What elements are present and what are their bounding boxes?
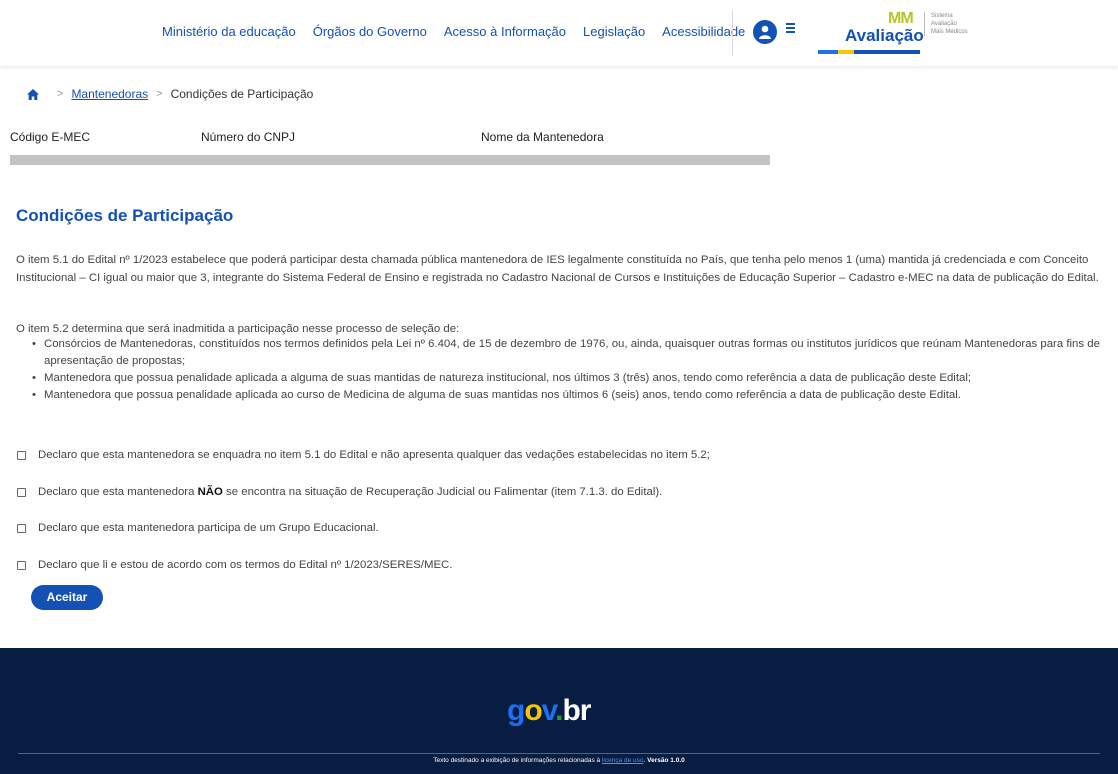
nav-acesso-informacao[interactable]: Acesso à Informação — [444, 24, 566, 39]
checkbox-label: Declaro que esta mantenedora se enquadra… — [38, 449, 710, 461]
list-item: Mantenedora que possua penalidade aplica… — [30, 387, 1105, 404]
license-link[interactable]: licença de uso — [602, 757, 644, 764]
footer-text: Texto destinado a exibição de informaçõe… — [433, 757, 685, 764]
mantenedora-info-row — [10, 155, 770, 165]
checkbox[interactable] — [17, 560, 26, 570]
checkbox-label: Declaro que esta mantenedora participa d… — [38, 522, 379, 534]
col-nome-mantenedora: Nome da Mantenedora — [481, 130, 604, 144]
nav-legislacao[interactable]: Legislação — [583, 24, 645, 39]
checkbox[interactable] — [17, 523, 26, 533]
chevron-right-icon: > — [156, 88, 163, 100]
footer-divider — [18, 753, 1100, 754]
mm-avaliacao-logo[interactable]: MM Avaliação Sistema Avaliação Mais Médi… — [818, 10, 968, 54]
col-codigo-emec: Código E-MEC — [10, 130, 91, 144]
logo-avaliacao: Avaliação — [845, 26, 924, 45]
list-item: Mantenedora que possua penalidade aplica… — [30, 370, 1105, 387]
checkbox-label: Declaro que esta mantenedora NÃO se enco… — [38, 486, 663, 498]
logo-color-bar — [818, 50, 920, 54]
breadcrumb-mantenedoras[interactable]: Mantenedoras — [71, 87, 148, 101]
checkbox[interactable] — [17, 487, 26, 497]
breadcrumb: > Mantenedoras > Condições de Participaç… — [27, 87, 313, 101]
nav-ministerio[interactable]: Ministério da educação — [162, 24, 296, 39]
version-label: Versão 1.0.0 — [647, 757, 685, 764]
logo-subtitle: Sistema Avaliação Mais Médicos — [924, 12, 984, 36]
col-cnpj: Número do CNPJ — [201, 130, 296, 144]
checkbox-label: Declaro que li e estou de acordo com os … — [38, 559, 453, 571]
site-header: Ministério da educação Órgãos do Governo… — [0, 0, 1118, 66]
checkbox-termos-edital[interactable]: Declaro que li e estou de acordo com os … — [17, 559, 452, 571]
user-avatar-button[interactable] — [753, 20, 777, 44]
list-item: Consórcios de Mantenedoras, constituídos… — [30, 336, 1105, 370]
checkbox-recuperacao-judicial[interactable]: Declaro que esta mantenedora NÃO se enco… — [17, 486, 662, 498]
nav-orgaos[interactable]: Órgãos do Governo — [313, 24, 427, 39]
govbr-logo[interactable]: gov.br — [507, 694, 591, 728]
top-nav: Ministério da educação Órgãos do Governo… — [162, 24, 762, 39]
page-title: Condições de Participação — [16, 206, 234, 225]
user-icon — [759, 25, 771, 39]
home-icon[interactable] — [27, 88, 39, 100]
header-divider — [732, 10, 733, 56]
breadcrumb-current: Condições de Participação — [170, 87, 314, 101]
mantenedora-info-header: Código E-MEC Número do CNPJ Nome da Mant… — [10, 130, 770, 146]
menu-icon[interactable] — [786, 23, 795, 33]
accept-button[interactable]: Aceitar — [31, 585, 103, 610]
paragraph-item-5-1: O item 5.1 do Edital nº 1/2023 estabelec… — [16, 254, 1099, 284]
checkbox-enquadra-item-5-1[interactable]: Declaro que esta mantenedora se enquadra… — [17, 449, 710, 461]
site-footer: gov.br Texto destinado a exibição de inf… — [0, 648, 1118, 774]
vedacoes-list: Consórcios de Mantenedoras, constituídos… — [30, 336, 1105, 404]
checkbox-grupo-educacional[interactable]: Declaro que esta mantenedora participa d… — [17, 522, 379, 534]
chevron-right-icon: > — [57, 88, 64, 100]
checkbox[interactable] — [17, 450, 26, 460]
